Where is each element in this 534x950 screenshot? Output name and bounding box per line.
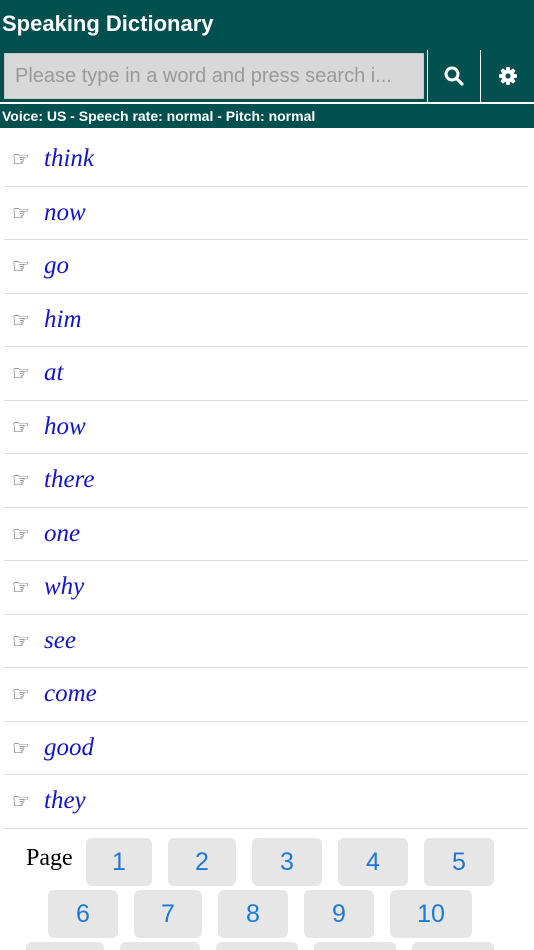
pointing-hand-icon: ☞ <box>12 735 30 760</box>
word-list: ☞ think ☞ now ☞ go ☞ him ☞ at ☞ how ☞ there ☞ on… <box>4 133 528 829</box>
search-icon <box>444 66 464 86</box>
word-label: how <box>44 412 86 440</box>
page-button-6[interactable]: 6 <box>48 890 118 938</box>
word-label: at <box>44 359 64 387</box>
search-input[interactable] <box>4 53 424 99</box>
pointing-hand-icon: ☞ <box>12 628 30 653</box>
page-button-partial[interactable] <box>216 942 298 950</box>
settings-button[interactable] <box>481 51 534 101</box>
pointing-hand-icon: ☞ <box>12 307 30 332</box>
word-label: come <box>44 680 97 708</box>
word-item[interactable]: ☞ how <box>4 401 528 454</box>
header-divider <box>0 102 534 104</box>
page-button-2[interactable]: 2 <box>168 838 236 886</box>
page-button-3[interactable]: 3 <box>252 838 322 886</box>
pointing-hand-icon: ☞ <box>12 254 30 279</box>
pointing-hand-icon: ☞ <box>12 147 30 172</box>
word-item[interactable]: ☞ good <box>4 722 528 775</box>
pointing-hand-icon: ☞ <box>12 414 30 439</box>
word-label: there <box>44 466 95 494</box>
word-item[interactable]: ☞ there <box>4 454 528 508</box>
page-button-10[interactable]: 10 <box>390 890 472 938</box>
word-label: good <box>44 733 94 761</box>
word-item[interactable]: ☞ see <box>4 615 528 668</box>
word-item[interactable]: ☞ why <box>4 561 528 615</box>
pointing-hand-icon: ☞ <box>12 361 30 386</box>
voice-settings-summary: Voice: US - Speech rate: normal - Pitch:… <box>2 108 316 124</box>
page-button-partial[interactable] <box>412 942 494 950</box>
word-item[interactable]: ☞ one <box>4 508 528 561</box>
search-button[interactable] <box>428 51 480 101</box>
word-label: one <box>44 519 81 547</box>
page-button-1[interactable]: 1 <box>86 838 152 886</box>
word-label: see <box>44 626 76 654</box>
word-label: why <box>44 573 85 601</box>
pointing-hand-icon: ☞ <box>12 682 30 707</box>
pointing-hand-icon: ☞ <box>12 789 30 814</box>
word-label: him <box>44 305 82 333</box>
page-button-8[interactable]: 8 <box>218 890 288 938</box>
pointing-hand-icon: ☞ <box>12 200 30 225</box>
page-button-partial[interactable] <box>314 942 396 950</box>
word-item[interactable]: ☞ go <box>4 240 528 294</box>
word-item[interactable]: ☞ they <box>4 775 528 829</box>
pointing-hand-icon: ☞ <box>12 521 30 546</box>
word-item[interactable]: ☞ now <box>4 187 528 240</box>
page-button-partial[interactable] <box>120 942 200 950</box>
word-item[interactable]: ☞ think <box>4 133 528 187</box>
page-button-9[interactable]: 9 <box>304 890 374 938</box>
word-item[interactable]: ☞ him <box>4 294 528 347</box>
word-label: they <box>44 787 86 815</box>
word-item[interactable]: ☞ come <box>4 668 528 722</box>
word-label: now <box>44 198 86 226</box>
pointing-hand-icon: ☞ <box>12 575 30 600</box>
word-item[interactable]: ☞ at <box>4 347 528 401</box>
word-label: think <box>44 145 94 173</box>
page-button-partial[interactable] <box>26 942 104 950</box>
pointing-hand-icon: ☞ <box>12 468 30 493</box>
page-button-5[interactable]: 5 <box>424 838 494 886</box>
word-label: go <box>44 252 69 280</box>
page-label: Page <box>26 845 73 871</box>
app-header: Speaking Dictionary Voice: US - Speech r… <box>0 0 534 128</box>
page-button-7[interactable]: 7 <box>134 890 202 938</box>
app-title: Speaking Dictionary <box>2 11 214 36</box>
gear-icon <box>498 67 517 85</box>
page-button-4[interactable]: 4 <box>338 838 408 886</box>
